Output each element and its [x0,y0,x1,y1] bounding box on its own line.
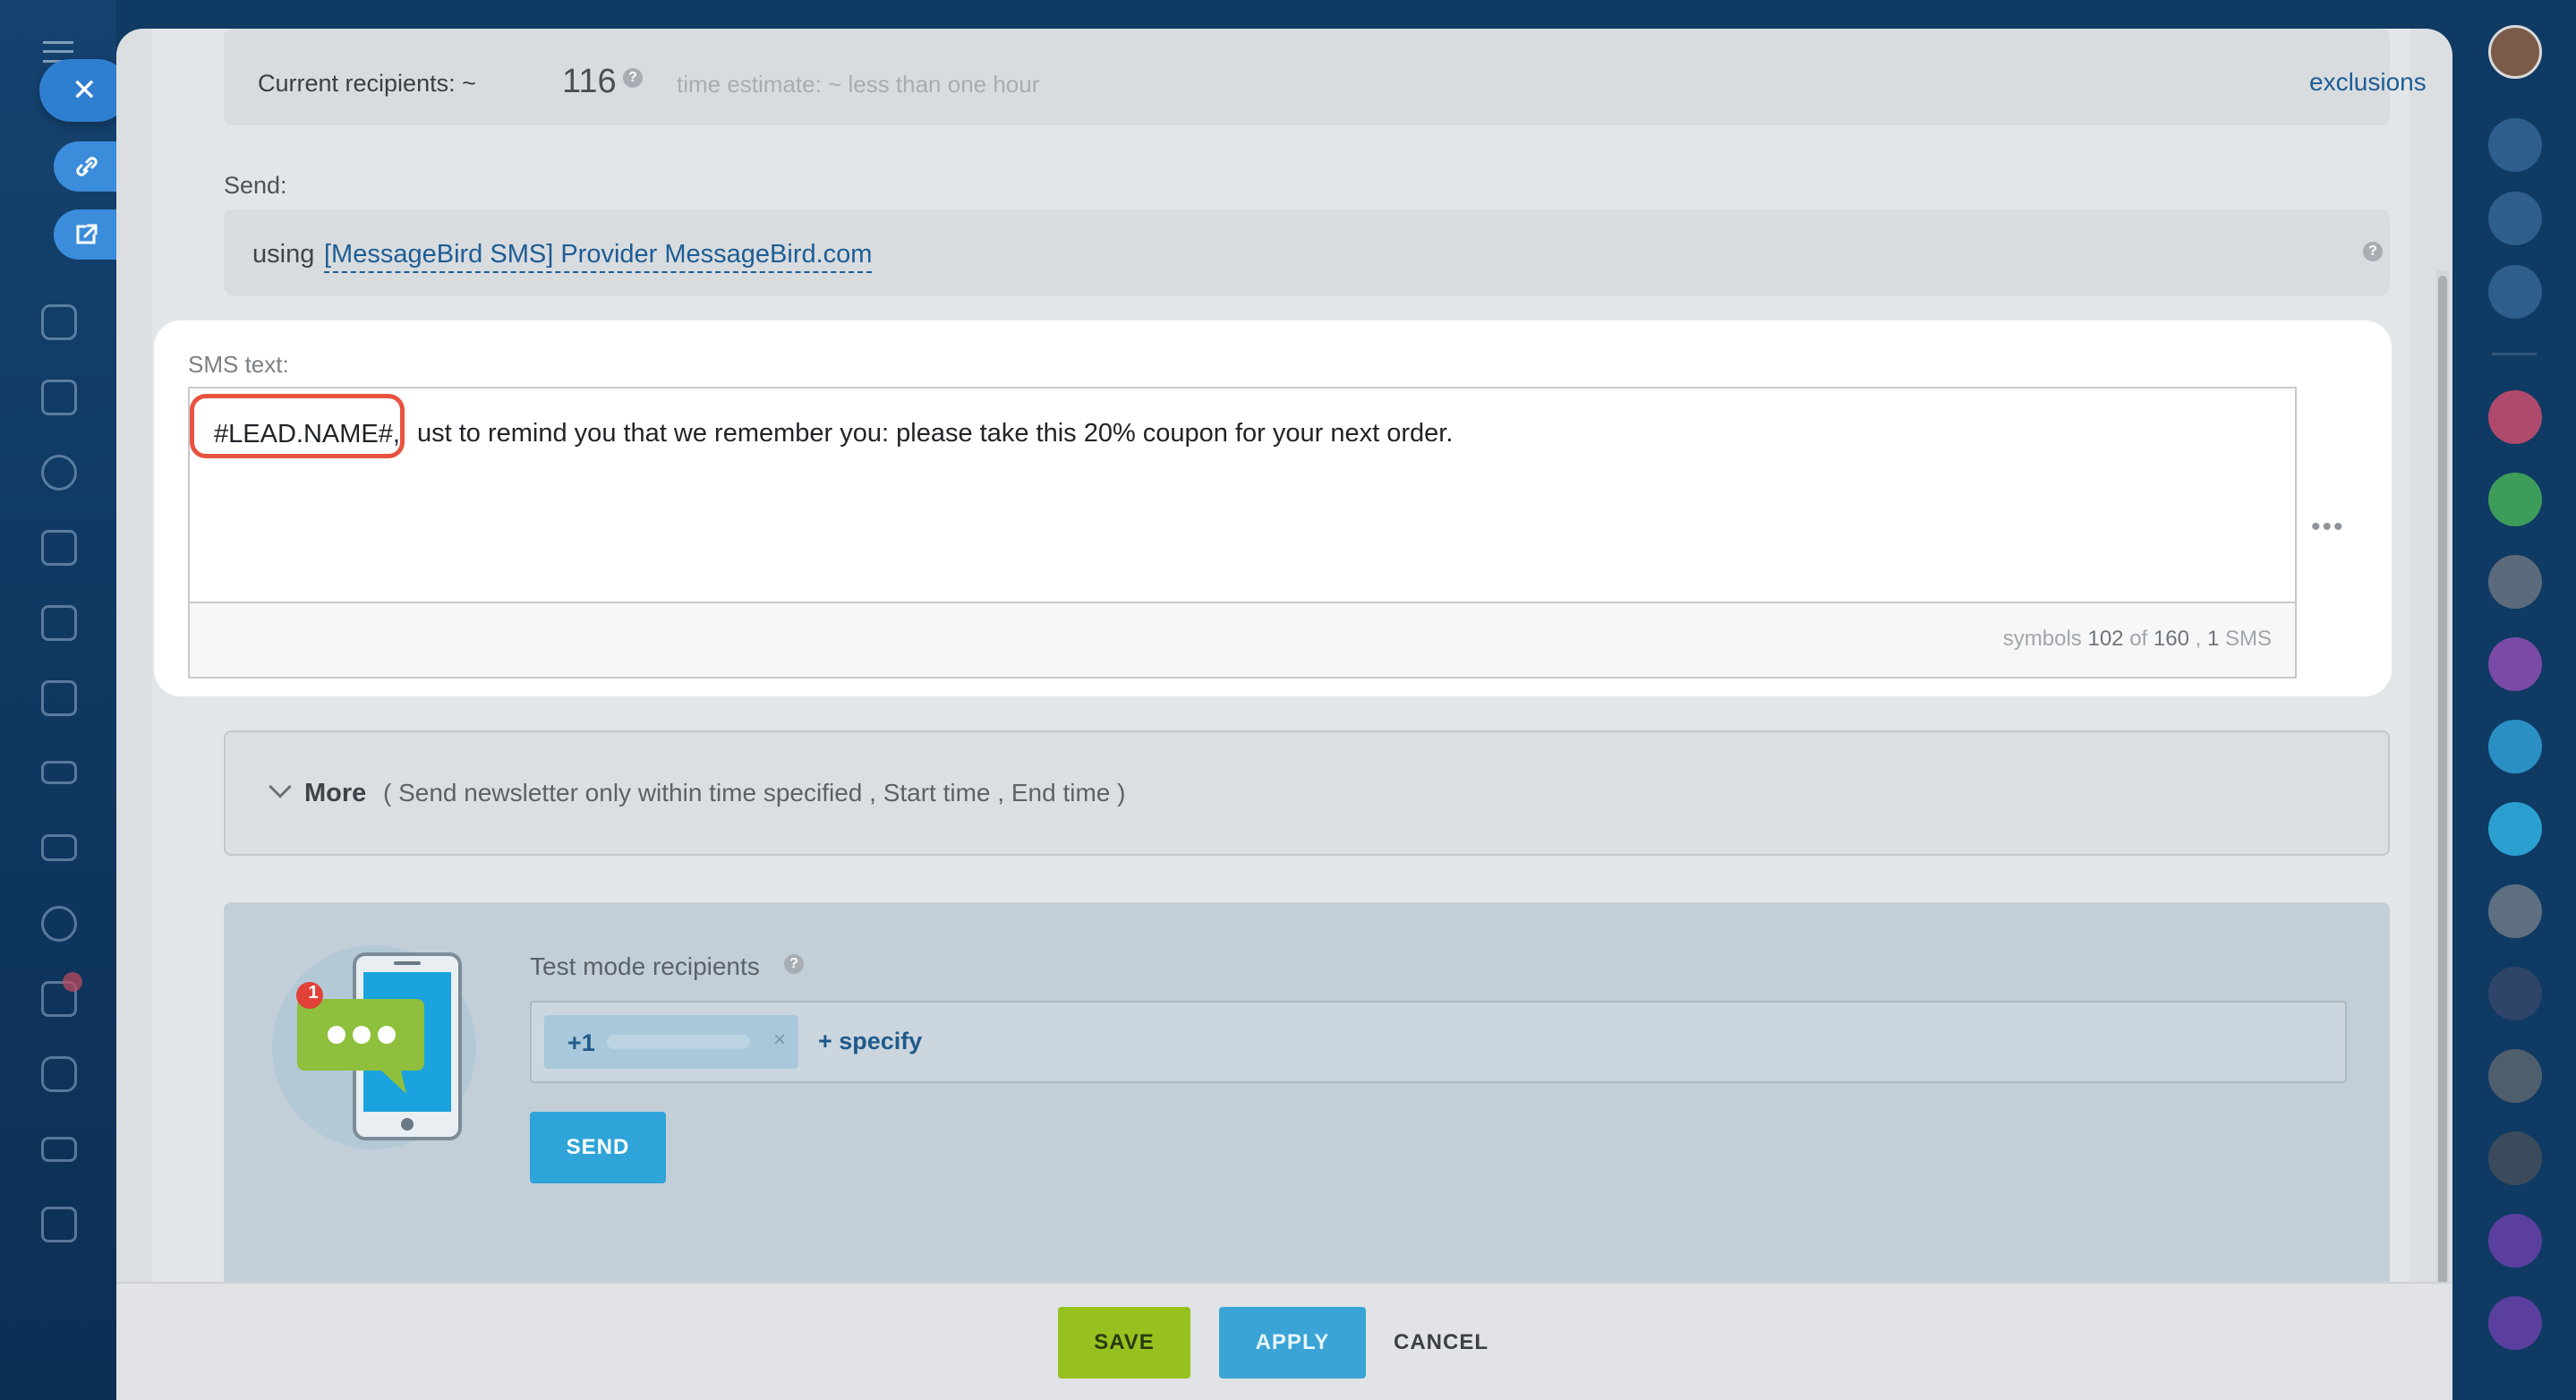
time-estimate: time estimate: ~ less than one hour [677,71,1040,98]
contacts-icon[interactable] [41,906,77,942]
recipients-count: 116 [562,63,617,100]
documents-icon[interactable] [41,605,77,641]
contact-time-icon[interactable] [2488,720,2542,773]
filter-icon[interactable] [41,1137,77,1162]
timeman-icon[interactable] [2488,192,2542,245]
sms-text-label: SMS text: [188,351,289,378]
right-sidebar [2452,0,2576,1400]
remove-chip-icon[interactable]: × [773,1028,786,1053]
sms-message-text: ust to remind you that we remember you: … [417,419,1454,448]
more-detail: ( Send newsletter only within time speci… [383,779,1126,807]
lead-name-token: #LEAD.NAME#, [214,420,400,448]
exclusions-link[interactable]: exclusions [2309,68,2427,97]
apps-icon[interactable] [41,1207,77,1242]
provider-link[interactable]: [MessageBird SMS] Provider MessageBird.c… [324,240,873,273]
help-icon[interactable]: ? [2363,242,2383,261]
more-options-toggle[interactable]: More ( Send newsletter only within time … [224,730,2390,856]
sidebar-divider [2492,353,2537,355]
apply-button[interactable]: APPLY [1219,1307,1366,1379]
send-label: Send: [224,172,287,199]
sms-text-editor[interactable]: #LEAD.NAME#, ust to remind you that we r… [188,387,2297,679]
notification-count: 1 [308,983,319,1003]
search-chat-icon[interactable] [2488,265,2542,319]
contact-avatar[interactable] [2488,1131,2542,1185]
external-link-icon [76,224,98,244]
recipient-chip[interactable]: +1 × [544,1015,798,1069]
recipients-summary: Current recipients: ~ 116 ? time estimat… [224,29,2427,125]
workgroup-icon[interactable] [2488,1296,2542,1350]
task-icon[interactable] [2488,390,2542,444]
calendar-icon[interactable] [41,530,77,566]
help-icon[interactable]: ? [784,954,804,974]
sms-counter-bar: symbols 102 of 160 , 1 SMS [190,602,2295,677]
test-mode-section: 1 Test mode recipients ? +1 × + specify … [224,902,2390,1296]
chevron-down-icon [269,775,292,798]
robot-icon[interactable] [41,1056,77,1092]
workgroup-icon[interactable] [2488,1214,2542,1268]
task-check-icon[interactable] [2488,555,2542,609]
user-avatar[interactable] [2488,25,2542,79]
save-button[interactable]: SAVE [1058,1307,1190,1379]
link-icon [76,157,98,176]
sites-icon[interactable] [41,680,77,716]
recipient-phone-prefix: +1 [567,1029,595,1056]
crm-icon[interactable] [41,455,77,491]
help-icon[interactable]: ? [623,68,643,88]
store-icon[interactable] [41,761,77,784]
contact-avatar[interactable] [2488,884,2542,938]
task-done-icon[interactable] [2488,473,2542,526]
action-bar: SAVE APPLY CANCEL [116,1282,2452,1400]
specify-recipient-link[interactable]: + specify [818,1028,922,1055]
phone-illustration: 1 [272,945,476,1149]
test-recipients-label: Test mode recipients [530,952,760,980]
cancel-button[interactable]: CANCEL [1387,1307,1495,1379]
chat-icon[interactable] [41,304,77,340]
feed-icon[interactable] [41,380,77,415]
recipient-phone-redacted [607,1035,750,1049]
send-test-button[interactable]: SEND [530,1112,666,1183]
send-using-text: using [252,240,315,269]
contact-avatar[interactable] [2488,967,2542,1020]
test-recipients-input[interactable]: +1 × + specify [530,1001,2347,1083]
more-actions-icon[interactable]: ••• [2311,512,2345,542]
sms-text-section: SMS text: #LEAD.NAME#, ust to remind you… [154,320,2392,696]
contact-avatar[interactable] [2488,1049,2542,1103]
more-label: More [304,779,367,807]
recipients-label: Current recipients: ~ [258,70,476,97]
notifications-icon[interactable] [2488,118,2542,172]
newsletter-slider-panel: Current recipients: ~ 116 ? time estimat… [116,29,2452,1400]
close-slider-button[interactable]: ✕ [39,59,129,122]
send-provider-box: using [MessageBird SMS] Provider Message… [224,209,2390,295]
open-lines-icon[interactable] [2488,802,2542,856]
open-channel-icon[interactable] [2488,637,2542,691]
symbol-counter: symbols 102 of 160 , 1 SMS [2002,627,2272,651]
close-icon: ✕ [72,73,98,107]
lead-name-highlight: #LEAD.NAME#, [190,394,405,458]
sms-phone-icon [296,952,462,1140]
mail-icon[interactable] [41,834,77,861]
scrollbar-thumb[interactable] [2438,276,2447,1305]
tasks-badge [63,972,82,992]
